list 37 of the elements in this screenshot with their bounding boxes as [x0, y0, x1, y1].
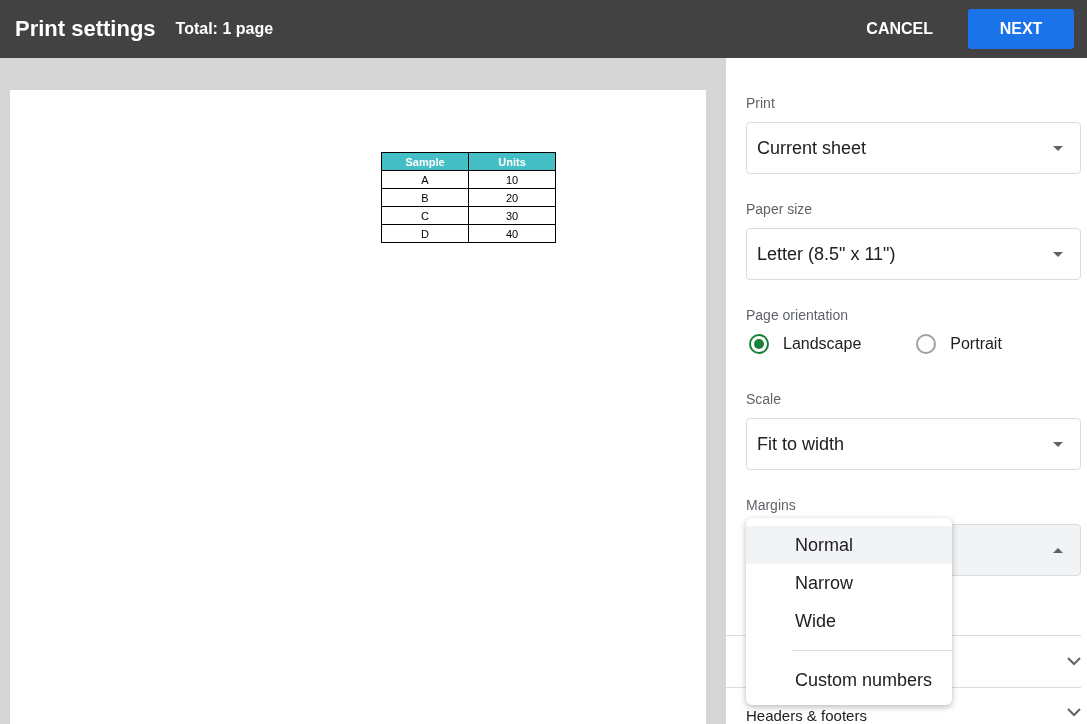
section-title: Headers & footers [746, 708, 867, 724]
radio-button[interactable] [916, 334, 937, 354]
cancel-button[interactable]: CANCEL [851, 10, 948, 48]
chevron-down-icon[interactable] [1067, 708, 1081, 717]
table-cell: 20 [468, 188, 556, 207]
print-select[interactable]: Current sheet [746, 122, 1081, 174]
dropdown-arrow-icon [1053, 251, 1063, 257]
next-button[interactable]: NEXT [968, 9, 1074, 49]
table-cell: 30 [468, 206, 556, 225]
column-header: Sample [381, 152, 469, 171]
paper-size-select[interactable]: Letter (8.5" x 11") [746, 228, 1081, 280]
dropdown-arrow-icon [1053, 441, 1063, 447]
dropdown-arrow-icon [1053, 145, 1063, 151]
table-cell: B [381, 188, 469, 207]
menu-item[interactable]: Normal [746, 526, 952, 564]
field-label: Scale [746, 391, 783, 407]
menu-item[interactable]: Custom numbers [746, 661, 952, 699]
table-cell: A [381, 170, 469, 189]
column-header: Units [468, 152, 556, 171]
field-label: Paper size [746, 201, 814, 217]
menu-item[interactable]: Wide [746, 602, 952, 640]
field-label: Page orientation [746, 307, 849, 323]
table-cell: C [381, 206, 469, 225]
scale-select[interactable]: Fit to width [746, 418, 1081, 470]
page-total: Total: 1 page [175, 20, 275, 38]
radio-option[interactable]: Landscape [746, 334, 862, 354]
dialog-title: Print settings [15, 16, 156, 42]
table-cell: 10 [468, 170, 556, 189]
chevron-down-icon[interactable] [1067, 657, 1081, 666]
radio-button[interactable] [749, 334, 769, 354]
field-label: Print [746, 95, 776, 111]
radio-option[interactable]: Portrait [913, 334, 1002, 354]
table-cell: 40 [468, 224, 556, 243]
menu-item[interactable]: Narrow [746, 564, 952, 602]
table-cell: D [381, 224, 469, 243]
field-label: Margins [746, 497, 797, 513]
dropdown-up-icon [1053, 547, 1063, 553]
